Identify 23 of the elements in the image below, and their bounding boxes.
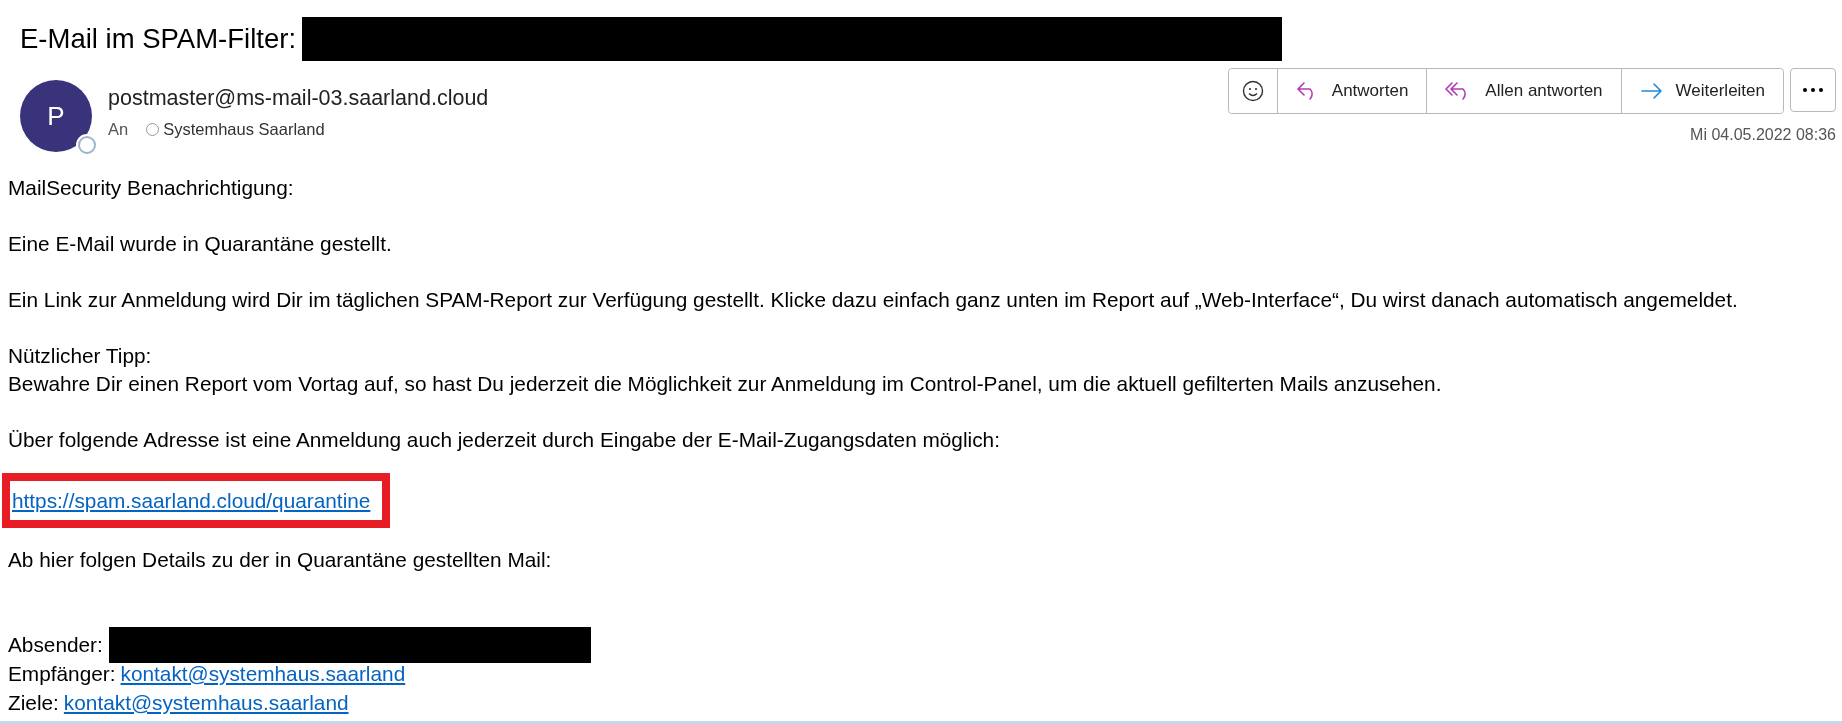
recipient-label: An (108, 120, 129, 139)
sender-address: postmaster@ms-mail-03.saarland.cloud (108, 86, 490, 111)
body-text: Ein Link zur Anmeldung wird Dir im täglichen SPAM-Report zur Verfügung gestellt. Klicke dazu einfach ganz unten im Report auf „Web-Interface“, Du wirst danach automatisch angemeldet. (8, 287, 1739, 313)
more-icon (1803, 88, 1823, 92)
body-text: Über folgende Adresse ist eine Anmeldung auch jederzeit durch Eingabe der E-Mail-Zugangsdaten möglich: (8, 427, 1001, 453)
field-label: Absender: (8, 631, 103, 658)
body-text: Eine E-Mail wurde in Quarantäne gestellt. (8, 231, 393, 257)
smiley-icon (1241, 80, 1264, 102)
email-link[interactable]: kontakt@systemhaus.saarland (63, 688, 349, 717)
arrow-right-icon (1639, 82, 1664, 100)
email-link[interactable]: kontakt@systemhaus.saarland (120, 659, 406, 688)
message-date: Mi 04.05.2022 08:36 (1690, 126, 1836, 144)
body-text: Nützlicher Tipp: (8, 343, 153, 369)
body-text: Bewahre Dir einen Report vom Vortag auf, so hast Du jederzeit die Möglichkeit zur Anmeldung im Control-Panel, um die aktuell gefilterten Mails anzusehen. (8, 371, 1443, 397)
field-label: Empfänger: (8, 660, 116, 687)
field-label: Ziele: (8, 689, 59, 716)
presence-icon (78, 136, 96, 154)
forward-button[interactable]: Weiterleiten (1620, 69, 1783, 113)
body-text: Ab hier folgen Details zu der in Quarantäne gestellten Mail: (8, 547, 553, 573)
body-text: MailSecurity Benachrichtigung: (8, 175, 295, 201)
recipient-name[interactable]: Systemhaus Saarland (163, 120, 325, 139)
mail-subject: E-Mail im SPAM-Filter: (20, 23, 297, 55)
quarantine-link[interactable]: https://spam.saarland.cloud/quarantine (12, 489, 371, 512)
